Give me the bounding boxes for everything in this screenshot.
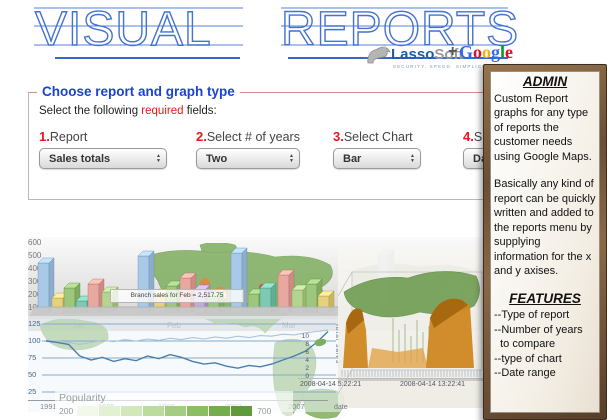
date-axis-label: date xyxy=(334,404,348,411)
stepper-arrows-icon: ▲▼ xyxy=(156,154,161,163)
features-list: --Type of report--Number of years to com… xyxy=(494,308,596,381)
date-tick-2: 2008-04-14 13:22:41 xyxy=(400,381,465,388)
legend-min: 200 xyxy=(59,406,73,416)
lassosoft-tagline: SECURITY. SPEED. SIMPLICITY. xyxy=(393,64,495,69)
mini-map-icon xyxy=(312,336,328,348)
plus-sign: + xyxy=(448,43,457,61)
feature-item: --Type of report xyxy=(494,308,596,323)
lassosoft-logo: LassoSoft™ xyxy=(391,46,470,63)
area-chart-x-axis xyxy=(298,378,485,379)
admin-note-paper: ADMIN Custom Report graphs for any type … xyxy=(490,71,600,413)
bar-tooltip: Branch sales for Feb = 2,517.75 xyxy=(110,289,244,303)
report-form-fieldset: Choose report and graph type Select the … xyxy=(28,92,484,200)
required-word: required xyxy=(141,105,183,117)
feature-item: --type of chart xyxy=(494,352,596,367)
chart-select[interactable]: Bar ▲▼ xyxy=(333,148,421,169)
google-logo: Google xyxy=(459,42,513,63)
feature-item: --Date range xyxy=(494,366,596,381)
stepper-arrows-icon: ▲▼ xyxy=(410,154,415,163)
form-intro: Select the following required fields: xyxy=(39,105,217,117)
years-select[interactable]: Two ▲▼ xyxy=(196,148,300,169)
feature-item: to compare xyxy=(494,337,596,352)
title-word-visual: VISUAL xyxy=(35,3,212,56)
form-legend: Choose report and graph type xyxy=(37,84,240,99)
field-years: 2.Select # of years Two ▲▼ xyxy=(196,129,300,169)
report-select[interactable]: Sales totals ▲▼ xyxy=(39,148,167,169)
field-chart: 3.Select Chart Bar ▲▼ xyxy=(333,129,421,169)
popularity-legend: Popularity 200 700 xyxy=(55,391,293,420)
lassosoft-rhino-icon xyxy=(366,45,392,65)
page: VISUAL REPORTS LassoSoft™ SECURITY. SPEE… xyxy=(0,0,607,420)
feature-item: --Number of years xyxy=(494,323,596,338)
date-tick-1: 2008-04-14 5:22:21 xyxy=(300,381,361,388)
mini-axis-scale: 10 8 6 4 2 0 xyxy=(301,333,309,381)
legend-gradient-swatches xyxy=(77,406,253,416)
admin-paragraph-2: Basically any kind of report can be quic… xyxy=(494,177,596,279)
legend-max: 700 xyxy=(257,406,271,416)
popularity-legend-title: Popularity xyxy=(59,392,106,404)
admin-title: ADMIN xyxy=(494,75,596,90)
features-title: FEATURES xyxy=(494,292,596,307)
admin-note-panel: ADMIN Custom Report graphs for any type … xyxy=(483,64,607,420)
field-report: 1.Report Sales totals ▲▼ xyxy=(39,129,167,169)
stepper-arrows-icon: ▲▼ xyxy=(289,154,294,163)
admin-paragraph-1: Custom Report graphs for any type of rep… xyxy=(494,92,596,165)
